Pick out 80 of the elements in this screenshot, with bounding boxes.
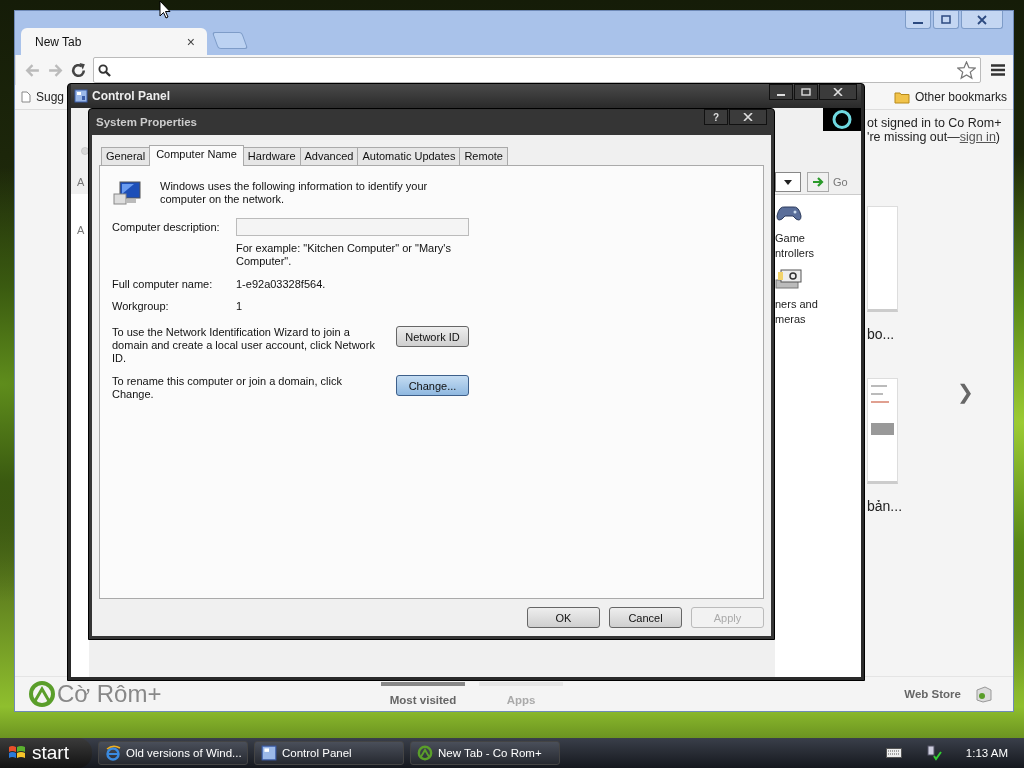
windows-flag-icon (8, 745, 26, 761)
tab-title: New Tab (35, 34, 82, 49)
thumbnail-title: bo... (867, 326, 896, 342)
signin-message: ot signed in to Co Rom+ (867, 116, 1002, 130)
thumbnail-title: bản... (867, 498, 904, 514)
network-icon[interactable] (925, 745, 942, 761)
close-icon (976, 14, 988, 25)
store-icon[interactable] (975, 685, 993, 703)
taskbar-button[interactable]: New Tab - Co Rom+ (410, 741, 560, 765)
keyboard-icon[interactable] (885, 748, 902, 758)
search-icon (98, 63, 111, 77)
star-icon[interactable] (957, 60, 976, 80)
sign-in-link[interactable]: sign in (959, 130, 996, 144)
pointer-icon (159, 0, 171, 19)
maximize-icon (940, 14, 952, 25)
pane-heading: A (76, 224, 85, 236)
start-button[interactable]: start (0, 738, 92, 768)
signin-message: ) (995, 130, 1000, 144)
dialog-tab[interactable]: General (101, 147, 151, 165)
close-icon (833, 88, 843, 96)
browser-logo-icon (417, 745, 433, 761)
input-field[interactable] (236, 218, 469, 236)
dialog-button[interactable]: Cancel (609, 607, 682, 628)
folder-icon (893, 90, 910, 104)
dialog-tab[interactable]: Remote (459, 147, 508, 165)
browser-e-icon (105, 745, 121, 761)
field-label: Workgroup: (112, 300, 170, 312)
action-button[interactable]: Change... (396, 375, 469, 396)
signin-message: 're missing out— (867, 130, 960, 144)
help-button[interactable]: ? (704, 109, 728, 125)
close-tab-icon[interactable]: × (186, 33, 195, 50)
computer-icon (112, 180, 144, 206)
maximize-button[interactable] (794, 84, 818, 100)
close-icon (743, 113, 753, 121)
browser-logo: Cờ Rôm+ (57, 680, 162, 708)
window-title: Control Panel (92, 89, 170, 103)
browser-tab[interactable]: New Tab × (21, 28, 207, 55)
bookmark-link[interactable]: Sugg (21, 90, 65, 104)
close-button[interactable] (819, 84, 857, 100)
next-page-arrow[interactable]: ❯ (957, 380, 974, 404)
minimize-icon (777, 93, 785, 96)
close-button[interactable] (729, 109, 767, 125)
intro-text: Windows uses the following information to identify your computer on the network. (160, 180, 429, 206)
clock[interactable]: 1:13 AM (965, 747, 1008, 759)
address-label: A (76, 175, 86, 190)
web-store-link[interactable]: Web Store (904, 688, 961, 700)
dialog-title: System Properties (96, 116, 197, 128)
bookmark-folder[interactable]: Other bookmarks (893, 90, 1007, 104)
action-button[interactable]: Network ID (396, 326, 469, 347)
control-panel-icon (261, 745, 277, 761)
page-thumbnail[interactable] (867, 206, 898, 312)
dialog-button[interactable]: OK (527, 607, 600, 628)
minimize-button[interactable] (769, 84, 793, 100)
dialog-tab[interactable]: Advanced (299, 147, 359, 165)
page-thumbnail[interactable] (867, 378, 898, 484)
minimize-icon (913, 21, 923, 24)
minimize-button[interactable] (905, 11, 931, 29)
field-label: Full computer name: (112, 278, 214, 290)
page-icon (21, 91, 31, 103)
category-label[interactable]: ners and meras (775, 297, 861, 327)
category-label[interactable]: Game ntrollers (775, 231, 861, 261)
taskbar-button[interactable]: Old versions of Wind... (98, 741, 248, 765)
ring-logo-icon (823, 108, 861, 131)
scanner-camera-icon[interactable] (775, 267, 803, 291)
dialog-tab[interactable]: Hardware (242, 147, 301, 165)
menu-icon[interactable] (991, 64, 1005, 76)
instruction-text: To rename this computer or join a domain, click Change. (112, 375, 343, 401)
dialog-tab[interactable]: Automatic Updates (357, 147, 461, 165)
instruction-text: To use the Network Identification Wizard to join a domain and create a local user account, click Network ID. (112, 326, 376, 365)
dialog-tab[interactable]: Computer Name (149, 145, 244, 166)
logo-icon (29, 681, 55, 707)
taskbar-button[interactable]: Control Panel (254, 741, 404, 765)
control-panel-icon (74, 89, 88, 103)
go-label[interactable]: Go (833, 176, 848, 188)
field-label: Computer description: (112, 221, 221, 233)
reload-icon[interactable] (70, 61, 87, 79)
field-value: 1-e92a03328f564. (236, 278, 327, 290)
hint-text: For example: "Kitchen Computer" or "Mary's Computer". (236, 242, 452, 268)
field-value: 1 (236, 300, 244, 312)
maximize-icon (801, 88, 811, 96)
